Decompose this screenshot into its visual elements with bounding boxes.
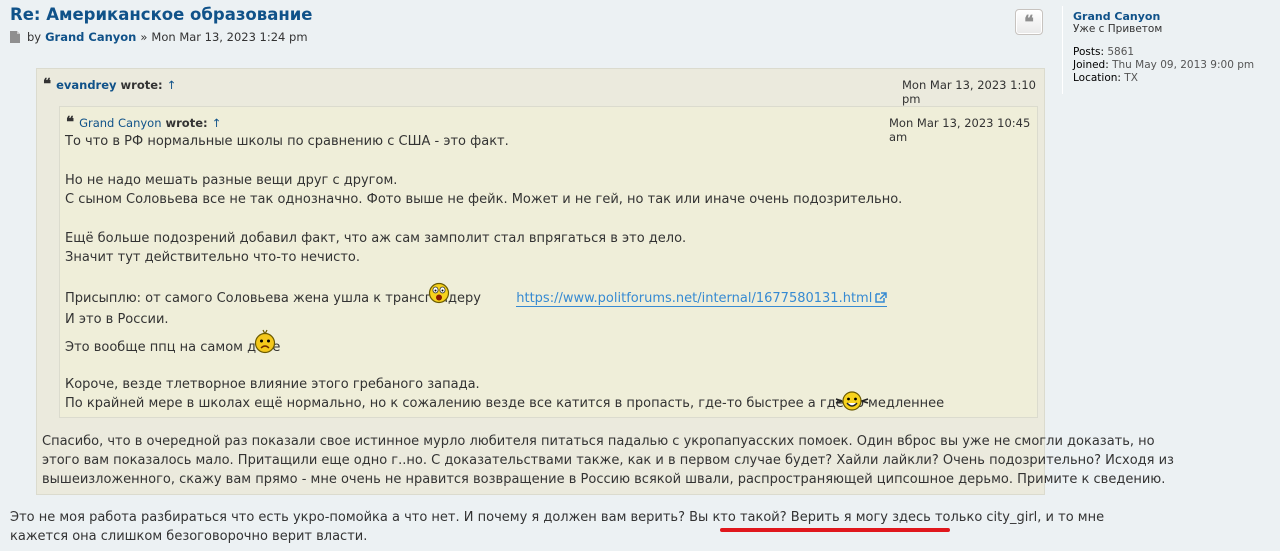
inner-line-with-link: Присыплю: от самого Соловьева жена ушла … [65, 291, 888, 307]
inner-quote: ❝ Grand Canyon wrote: ↑ Mon Mar 13, 2023… [59, 106, 1038, 418]
by-label: by [27, 30, 42, 44]
quote-button[interactable]: ❝ [1015, 9, 1043, 35]
profile-joined-label: Joined: [1073, 59, 1109, 71]
confused-smiley-icon [254, 329, 276, 360]
inner-quote-date: Mon Mar 13, 2023 10:45 am [889, 116, 1031, 144]
inner-line: Это вообще ппц на самом деле [65, 340, 281, 355]
profile-location: Location: TX [1073, 72, 1280, 85]
meta-separator: » [140, 30, 148, 44]
inner-quote-jump-link[interactable]: ↑ [212, 116, 222, 130]
inner-quote-author[interactable]: Grand Canyon [79, 116, 161, 130]
outer-quote-date: Mon Mar 13, 2023 1:10 pm [902, 78, 1036, 106]
external-link-icon [875, 292, 888, 307]
outer-quote-author[interactable]: evandrey [56, 78, 116, 92]
inner-line: Ещё больше подозрений добавил факт, что … [65, 231, 687, 246]
inner-line: С сыном Соловьева все не так однозначно.… [65, 192, 903, 207]
post-body-text: , и то мне [1037, 510, 1105, 525]
post-icon [10, 31, 20, 43]
post-body-line: кажется она слишком безоговорочно верит … [10, 529, 368, 544]
inner-quote-cite: ❝ Grand Canyon wrote: ↑ [66, 115, 221, 130]
shocked-smiley-icon [428, 282, 450, 309]
external-link[interactable]: https://www.politforums.net/internal/167… [516, 291, 888, 307]
profile-rank: Уже с Приветом [1073, 23, 1163, 35]
inner-line: Короче, везде тлетворное влияние этого г… [65, 377, 480, 392]
profile-posts: Posts: 5861 [1073, 46, 1280, 59]
profile-posts-label: Posts: [1073, 46, 1104, 58]
red-highlight-underline [720, 528, 950, 532]
outer-reply-line: этого вам показалось мало. Притащили еще… [42, 453, 1174, 468]
outer-quote-cite: ❝ evandrey wrote: ↑ [43, 77, 176, 92]
outer-quote: ❝ evandrey wrote: ↑ Mon Mar 13, 2023 1:1… [36, 68, 1174, 495]
inner-quote-wrote: wrote: [165, 115, 208, 130]
outer-quote-jump-link[interactable]: ↑ [167, 78, 177, 92]
post-title[interactable]: Re: Американское образование [10, 5, 313, 24]
quote-cite-icon: ❝ [66, 113, 75, 131]
quote-icon: ❝ [1024, 11, 1034, 33]
post-body-line: Это не моя работа разбираться что есть у… [10, 510, 1104, 525]
post-date: Mon Mar 13, 2023 1:24 pm [151, 30, 308, 44]
post-profile: Grand Canyon Уже с Приветом Posts: 5861 … [1062, 6, 1280, 94]
profile-location-label: Location: [1073, 72, 1121, 84]
highlighted-text: Верить я могу здесь только city_girl [790, 510, 1038, 525]
post-meta: by Grand Canyon » Mon Mar 13, 2023 1:24 … [10, 30, 308, 44]
outer-reply-line: вышеизложенного, скажу вам прямо - мне о… [42, 472, 1166, 487]
quote-cite-icon: ❝ [43, 75, 52, 93]
profile-username[interactable]: Grand Canyon [1073, 10, 1280, 23]
post-author-link[interactable]: Grand Canyon [45, 30, 136, 44]
inner-line: И это в России. [65, 312, 169, 327]
profile-location-value: TX [1124, 72, 1138, 84]
post-body-text: Это не моя работа разбираться что есть у… [10, 510, 791, 525]
outer-quote-wrote: wrote: [120, 77, 163, 92]
inner-line: Значит тут действительно что-то нечисто. [65, 250, 360, 265]
inner-line: Но не надо мешать разные вещи друг с дру… [65, 173, 398, 188]
dancing-smiley-icon [834, 390, 870, 417]
profile-posts-value[interactable]: 5861 [1107, 46, 1134, 58]
inner-line: То что в РФ нормальные школы по сравнени… [65, 134, 509, 149]
outer-reply-line: Спасибо, что в очередной раз показали св… [42, 434, 1155, 449]
profile-joined: Joined: Thu May 09, 2013 9:00 pm [1073, 59, 1280, 72]
inner-line: Присыплю: от самого Соловьева жена ушла … [65, 291, 481, 306]
external-link-text: https://www.politforums.net/internal/167… [516, 291, 873, 306]
inner-line: По крайней мере в школах ещё нормально, … [65, 396, 945, 411]
profile-joined-value: Thu May 09, 2013 9:00 pm [1112, 59, 1255, 71]
